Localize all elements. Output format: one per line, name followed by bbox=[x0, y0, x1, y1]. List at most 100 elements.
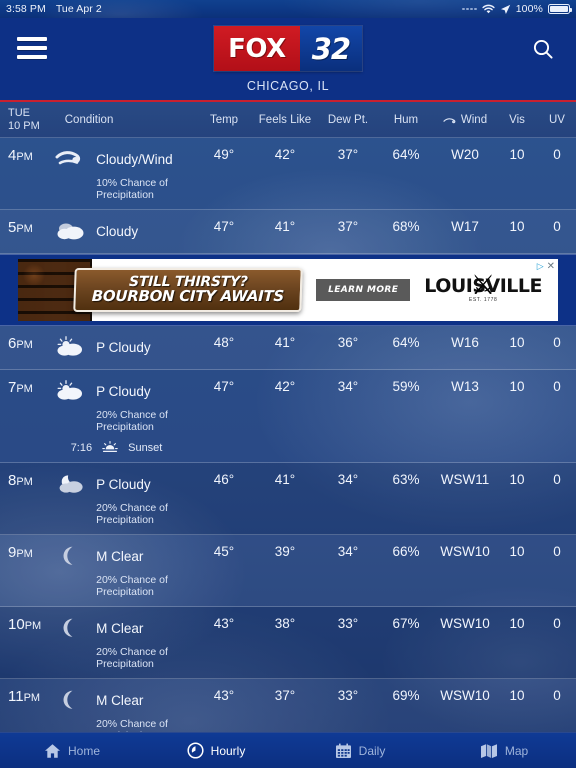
column-header-condition: Condition bbox=[64, 113, 114, 126]
row-wind: WSW10 bbox=[440, 616, 490, 631]
row-precip: 10% Chance of Precipitation bbox=[96, 177, 168, 201]
row-uv: 0 bbox=[553, 616, 561, 631]
row-condition-label: M Clear bbox=[96, 692, 144, 708]
table-row[interactable]: 6PM P Cloudy 48° 41° 36° 64% W16 10 0 bbox=[0, 326, 576, 370]
nav-item-home[interactable]: Home bbox=[0, 743, 144, 759]
row-condition: M Clear 20% Chance of Precipitation bbox=[54, 616, 196, 670]
row-time-ampm: PM bbox=[23, 692, 41, 704]
row-vis: 10 bbox=[509, 544, 525, 559]
hamburger-menu-icon[interactable] bbox=[0, 18, 64, 78]
bottom-navigation: Home Hourly Daily Map bbox=[0, 732, 576, 768]
row-values: 47° 42° 34° 59% W13 10 0 bbox=[196, 379, 576, 394]
row-precip: 20% Chance of Precipitation bbox=[96, 646, 168, 670]
row-values: 49° 42° 37° 64% W20 10 0 bbox=[196, 147, 576, 162]
row-temp: 45° bbox=[213, 544, 235, 559]
row-time-ampm: PM bbox=[16, 548, 33, 560]
column-header-vis: Vis bbox=[509, 113, 525, 126]
row-time: 8PM bbox=[0, 472, 54, 489]
status-indicators: 100% bbox=[462, 3, 572, 15]
ad-headline-line2: BOURBON CITY AWAITS bbox=[91, 287, 285, 306]
row-temp: 43° bbox=[213, 688, 235, 703]
ad-wooden-sign: STILL THIRSTY? BOURBON CITY AWAITS bbox=[73, 268, 303, 312]
ad-learn-more-button[interactable]: LEARN MORE bbox=[316, 279, 411, 301]
row-uv: 0 bbox=[553, 147, 561, 162]
column-header-uv: UV bbox=[549, 113, 565, 126]
row-condition-label: P Cloudy bbox=[96, 476, 151, 492]
row-hum: 59% bbox=[392, 379, 420, 394]
column-header-row: TUE 10 PM Condition Temp Feels Like Dew … bbox=[0, 102, 576, 138]
row-hum: 63% bbox=[392, 472, 420, 487]
map-icon bbox=[480, 743, 498, 759]
row-precip: 20% Chance of Precipitation bbox=[96, 574, 168, 598]
row-precip: 20% Chance of Precipitation bbox=[96, 409, 168, 433]
row-uv: 0 bbox=[553, 335, 561, 350]
table-row[interactable]: 8PM P Cloudy 20% Chance of Precipitation bbox=[0, 463, 576, 535]
row-temp: 48° bbox=[213, 335, 235, 350]
row-wind: W16 bbox=[451, 335, 479, 350]
brand-logo[interactable]: FOX 32 CHICAGO, IL bbox=[214, 26, 362, 93]
wind-swirl-icon bbox=[443, 116, 457, 124]
advertisement-banner[interactable]: STILL THIRSTY? BOURBON CITY AWAITS LEARN… bbox=[0, 254, 576, 326]
column-header-wind-label: Wind bbox=[460, 113, 488, 126]
row-uv: 0 bbox=[553, 688, 561, 703]
close-icon[interactable]: ✕ bbox=[547, 261, 555, 272]
column-header-temp: Temp bbox=[209, 113, 239, 126]
row-condition-label: P Cloudy bbox=[96, 339, 151, 355]
nav-label-hourly: Hourly bbox=[210, 743, 246, 758]
row-feels: 42° bbox=[274, 147, 296, 162]
row-vis: 10 bbox=[509, 616, 525, 631]
row-temp: 47° bbox=[213, 219, 235, 234]
row-condition: M Clear 20% Chance of Precipitation bbox=[54, 544, 196, 598]
partly-cloudy-day-icon bbox=[54, 335, 88, 359]
row-uv: 0 bbox=[553, 219, 561, 234]
row-condition: Cloudy bbox=[54, 219, 196, 243]
ad-brand-logo: ⚔ LOUISVILLE EST. 1778 bbox=[424, 272, 542, 304]
row-condition: P Cloudy 20% Chance of Precipitation 7:1… bbox=[54, 379, 196, 454]
row-feels: 39° bbox=[274, 544, 296, 559]
hourly-forecast-panel: TUE 10 PM Condition Temp Feels Like Dew … bbox=[0, 102, 576, 746]
row-wind: W17 bbox=[451, 219, 479, 234]
fox32-logo[interactable]: FOX 32 bbox=[214, 26, 362, 71]
weather-app: 3:58 PM Tue Apr 2 100% FOX 32 CHICAGO, I… bbox=[0, 0, 576, 768]
ad-content[interactable]: STILL THIRSTY? BOURBON CITY AWAITS LEARN… bbox=[18, 259, 558, 321]
row-time: 7PM bbox=[0, 379, 54, 396]
row-condition: P Cloudy bbox=[54, 335, 196, 359]
wind-icon bbox=[54, 147, 88, 171]
row-time: 9PM bbox=[0, 544, 54, 561]
row-time-hour: 10 bbox=[8, 616, 25, 633]
moon-icon bbox=[54, 688, 88, 712]
moon-icon bbox=[54, 616, 88, 640]
table-row[interactable]: 10PM M Clear 20% Chance of Precipitation… bbox=[0, 607, 576, 679]
search-icon[interactable] bbox=[522, 28, 564, 70]
row-wind: WSW10 bbox=[440, 688, 490, 703]
cloudy-icon bbox=[54, 219, 88, 243]
location-label: CHICAGO, IL bbox=[246, 79, 330, 93]
adchoices-icon[interactable]: ▷ bbox=[537, 261, 544, 272]
row-values: 46° 41° 34° 63% WSW11 10 0 bbox=[196, 472, 576, 487]
table-row[interactable]: 4PM Cloudy/Wind 10% Chance of Precipitat… bbox=[0, 138, 576, 210]
column-header-hum: Hum bbox=[393, 113, 419, 126]
row-condition-label: M Clear bbox=[96, 548, 144, 564]
row-condition-label: Cloudy/Wind bbox=[96, 151, 173, 167]
partly-cloudy-night-icon bbox=[54, 472, 88, 496]
row-uv: 0 bbox=[553, 472, 561, 487]
nav-item-hourly[interactable]: Hourly bbox=[144, 742, 288, 759]
table-row[interactable]: 7PM P Cloudy 20% Chance of Precipitation… bbox=[0, 370, 576, 463]
status-date: Tue Apr 2 bbox=[55, 3, 102, 15]
nav-item-map[interactable]: Map bbox=[432, 743, 576, 759]
column-header-time: TUE 10 PM bbox=[0, 107, 65, 132]
row-condition: P Cloudy 20% Chance of Precipitation bbox=[54, 472, 196, 526]
row-time: 6PM bbox=[0, 335, 54, 352]
table-row[interactable]: 5PM Cloudy 47° 41° 37° 68% W17 10 0 bbox=[0, 210, 576, 254]
logo-fox-text: FOX bbox=[214, 26, 300, 71]
row-dew: 36° bbox=[337, 335, 359, 350]
nav-item-daily[interactable]: Daily bbox=[288, 743, 432, 759]
row-condition: Cloudy/Wind 10% Chance of Precipitation bbox=[54, 147, 196, 201]
row-values: 45° 39° 34° 66% WSW10 10 0 bbox=[196, 544, 576, 559]
row-time-ampm: PM bbox=[24, 620, 42, 632]
row-wind: WSW10 bbox=[440, 544, 490, 559]
adchoices-controls[interactable]: ▷ ✕ bbox=[537, 261, 555, 272]
logo-number-text: 32 bbox=[299, 26, 362, 71]
table-row[interactable]: 9PM M Clear 20% Chance of Precipitation … bbox=[0, 535, 576, 607]
fleur-de-lis-icon: ⚔ bbox=[471, 270, 496, 300]
